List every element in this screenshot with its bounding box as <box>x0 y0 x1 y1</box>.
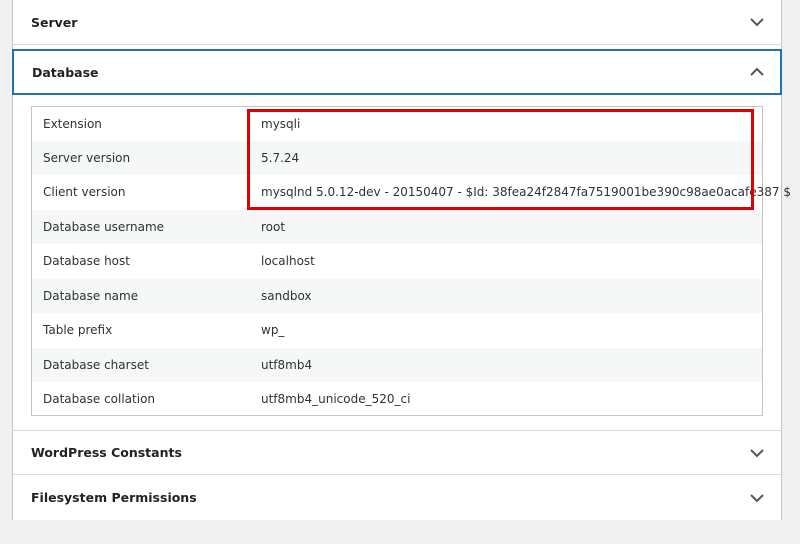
table-row: Database host localhost <box>32 244 762 278</box>
accordion-header-database[interactable]: Database <box>12 49 782 95</box>
row-label: Client version <box>43 185 126 199</box>
row-value: root <box>261 220 286 234</box>
row-value: utf8mb4 <box>261 358 313 372</box>
row-value: 5.7.24 <box>261 151 300 165</box>
row-value: utf8mb4_unicode_520_ci <box>261 392 411 406</box>
accordion-header-server[interactable]: Server <box>13 0 781 45</box>
table-row: Server version 5.7.24 <box>32 141 762 175</box>
row-label: Database charset <box>43 358 149 372</box>
row-label: Database username <box>43 220 165 234</box>
chevron-down-icon <box>749 490 765 506</box>
row-value: mysqlnd 5.0.12-dev - 20150407 - $Id: 38f… <box>261 185 791 199</box>
chevron-up-icon <box>749 64 765 80</box>
section-title-filesystem-permissions: Filesystem Permissions <box>31 490 197 505</box>
table-row: Client version mysqlnd 5.0.12-dev - 2015… <box>32 175 791 209</box>
table-row: Database charset utf8mb4 <box>32 348 762 382</box>
row-value: mysqli <box>261 117 301 131</box>
section-title-database: Database <box>32 64 99 80</box>
row-label: Database name <box>43 289 139 303</box>
section-title-wordpress-constants: WordPress Constants <box>31 445 182 460</box>
row-label: Database host <box>43 254 130 268</box>
database-info-table: Extension mysqli Server version 5.7.24 C… <box>31 106 791 416</box>
section-title-server: Server <box>31 14 78 30</box>
row-value: localhost <box>261 254 315 268</box>
row-value: sandbox <box>261 289 312 303</box>
row-label: Server version <box>43 151 131 165</box>
table-row: Table prefix wp_ <box>32 313 762 347</box>
chevron-down-icon <box>749 14 765 30</box>
accordion-header-filesystem-permissions[interactable]: Filesystem Permissions <box>13 475 781 520</box>
row-value: wp_ <box>261 323 285 337</box>
site-health-accordion: Server Database Extension mysqli Server … <box>12 0 791 520</box>
row-label: Table prefix <box>43 323 113 337</box>
row-label: Extension <box>43 117 102 131</box>
table-row: Database username root <box>32 210 762 244</box>
accordion-header-wordpress-constants[interactable]: WordPress Constants <box>13 430 781 475</box>
row-label: Database collation <box>43 392 156 406</box>
table-row: Database name sandbox <box>32 279 762 313</box>
table-row: Database collation utf8mb4_unicode_520_c… <box>32 382 762 416</box>
chevron-down-icon <box>749 445 765 461</box>
table-row: Extension mysqli <box>32 107 762 141</box>
